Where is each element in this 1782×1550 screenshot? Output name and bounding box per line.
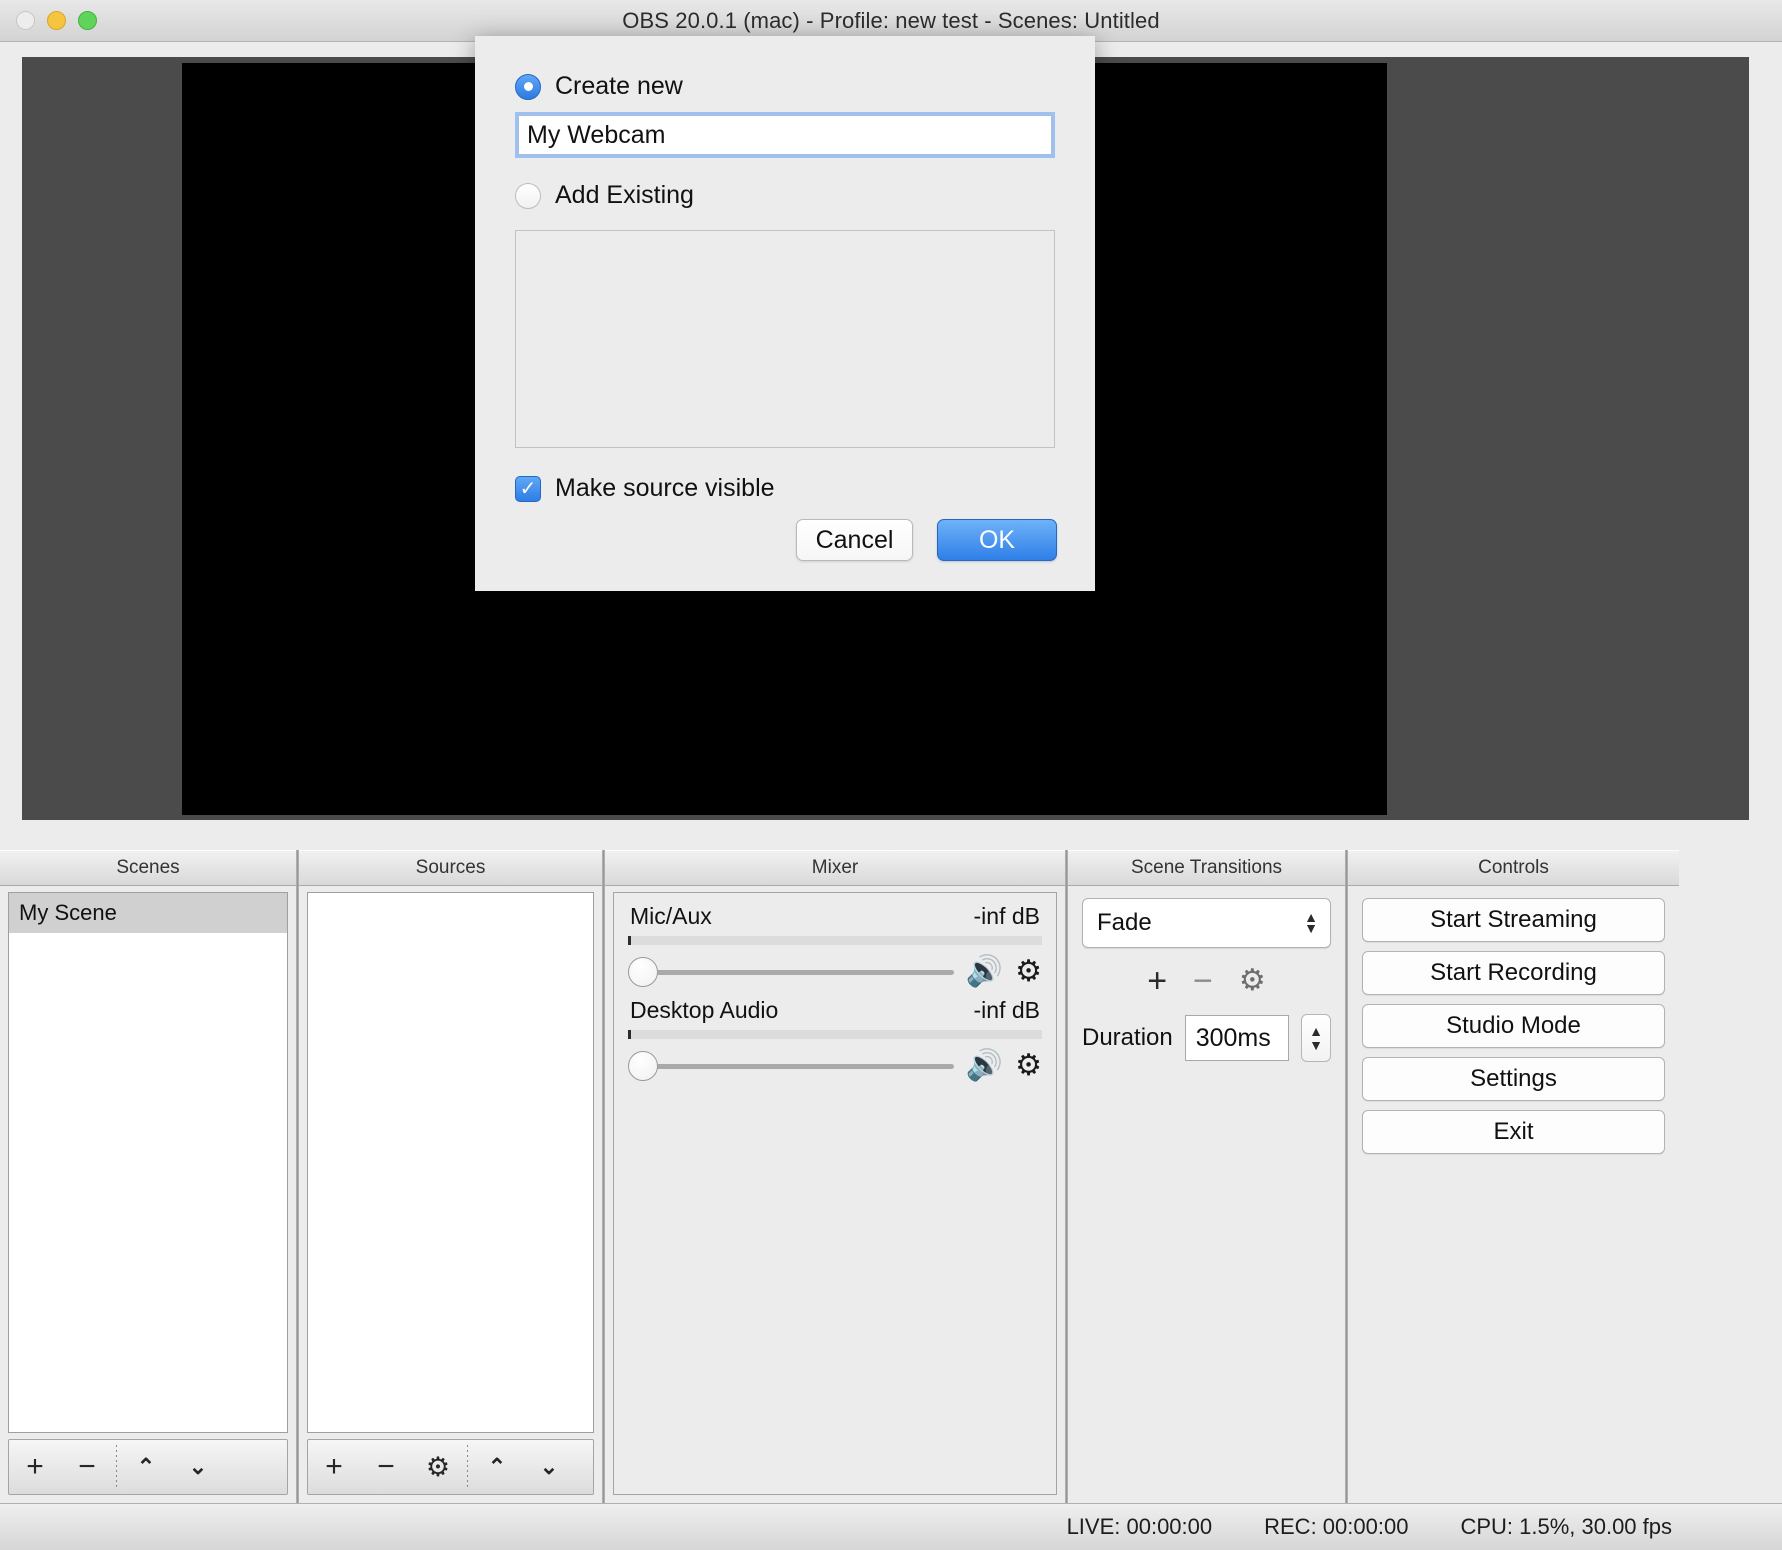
- scenes-dock-title: Scenes: [0, 850, 296, 886]
- add-existing-radio[interactable]: [515, 182, 541, 209]
- mixer-channel-name: Desktop Audio: [630, 997, 779, 1023]
- make-source-visible-row[interactable]: ✓ Make source visible: [515, 474, 1055, 503]
- sources-dock-title: Sources: [299, 850, 602, 886]
- cpu-fps-status: CPU: 1.5%, 30.00 fps: [1460, 1514, 1672, 1539]
- speaker-icon[interactable]: 🔊: [966, 1051, 1003, 1081]
- scenes-toolbar: + − ⌃ ⌄: [8, 1439, 288, 1495]
- exit-button[interactable]: Exit: [1362, 1110, 1665, 1154]
- list-item[interactable]: My Scene: [9, 893, 287, 933]
- dock-scene-transitions: Scene Transitions Fade ▲ ▼ + − ⚙ Duration…: [1068, 850, 1345, 1503]
- add-existing-label: Add Existing: [555, 181, 694, 209]
- mixer-settings-gear-icon[interactable]: ⚙: [1015, 1051, 1042, 1081]
- mixer-volume-slider[interactable]: [628, 957, 954, 987]
- dock-scenes: Scenes My Scene + − ⌃ ⌄: [0, 850, 296, 1503]
- move-source-down-icon[interactable]: ⌄: [523, 1440, 575, 1494]
- start-recording-button[interactable]: Start Recording: [1362, 951, 1665, 995]
- start-streaming-button[interactable]: Start Streaming: [1362, 898, 1665, 942]
- dock-row: Scenes My Scene + − ⌃ ⌄ Sources + − ⚙ ⌃ …: [0, 850, 1782, 1503]
- move-source-up-icon[interactable]: ⌃: [471, 1440, 523, 1494]
- settings-button[interactable]: Settings: [1362, 1057, 1665, 1101]
- duration-input[interactable]: 300ms: [1184, 1015, 1289, 1061]
- mixer-dock-title: Mixer: [605, 850, 1065, 886]
- cancel-button[interactable]: Cancel: [796, 519, 913, 561]
- transition-select[interactable]: Fade ▲ ▼: [1082, 898, 1331, 948]
- duration-label: Duration: [1082, 1024, 1173, 1051]
- controls-dock-title: Controls: [1348, 850, 1679, 886]
- move-scene-down-icon[interactable]: ⌄: [172, 1440, 224, 1494]
- make-source-visible-label: Make source visible: [555, 474, 775, 502]
- mixer-channel-name: Mic/Aux: [630, 903, 712, 929]
- scene-transitions-dock-title: Scene Transitions: [1068, 850, 1345, 886]
- transition-properties-gear-icon[interactable]: ⚙: [1239, 966, 1266, 996]
- mixer-channel-level: -inf dB: [973, 997, 1040, 1023]
- mixer-settings-gear-icon[interactable]: ⚙: [1015, 957, 1042, 987]
- dock-sources: Sources + − ⚙ ⌃ ⌄: [299, 850, 602, 1503]
- create-new-radio-row[interactable]: Create new: [515, 72, 1055, 101]
- create-new-label: Create new: [555, 72, 683, 100]
- dock-mixer: Mixer Mic/Aux -inf dB 🔊 ⚙ Desktop Audio …: [605, 850, 1065, 1503]
- mixer-level-meter: [628, 936, 1042, 945]
- remove-scene-button[interactable]: −: [61, 1440, 113, 1494]
- speaker-icon[interactable]: 🔊: [966, 957, 1003, 987]
- toolbar-divider: [467, 1445, 468, 1489]
- mixer-volume-slider[interactable]: [628, 1051, 954, 1081]
- add-source-button[interactable]: +: [308, 1440, 360, 1494]
- source-name-input[interactable]: My Webcam: [515, 112, 1055, 158]
- mixer-level-meter: [628, 1030, 1042, 1039]
- ok-button[interactable]: OK: [937, 519, 1057, 561]
- add-existing-radio-row[interactable]: Add Existing: [515, 181, 1055, 210]
- add-transition-button[interactable]: +: [1147, 964, 1167, 998]
- chevron-updown-icon: ▲ ▼: [1304, 909, 1318, 936]
- remove-transition-button[interactable]: −: [1193, 964, 1213, 998]
- existing-sources-list[interactable]: [515, 230, 1055, 448]
- source-properties-gear-icon[interactable]: ⚙: [412, 1440, 464, 1494]
- rec-time-status: REC: 00:00:00: [1264, 1514, 1409, 1539]
- dialog-button-row: Cancel OK: [796, 519, 1057, 561]
- mixer-channel-level: -inf dB: [973, 903, 1040, 929]
- status-bar: LIVE: 00:00:00 REC: 00:00:00 CPU: 1.5%, …: [0, 1503, 1782, 1550]
- mixer-channel: Desktop Audio -inf dB 🔊 ⚙: [628, 997, 1042, 1081]
- make-source-visible-checkbox[interactable]: ✓: [515, 475, 541, 502]
- transition-select-value: Fade: [1097, 909, 1152, 936]
- scenes-list[interactable]: My Scene: [8, 892, 288, 1433]
- move-scene-up-icon[interactable]: ⌃: [120, 1440, 172, 1494]
- toolbar-divider: [116, 1445, 117, 1489]
- add-source-dialog: Create new My Webcam Add Existing ✓ Make…: [475, 36, 1095, 591]
- sources-toolbar: + − ⚙ ⌃ ⌄: [307, 1439, 594, 1495]
- mixer-volume-knob[interactable]: [628, 1051, 658, 1081]
- window-title: OBS 20.0.1 (mac) - Profile: new test - S…: [622, 7, 1160, 33]
- studio-mode-button[interactable]: Studio Mode: [1362, 1004, 1665, 1048]
- live-time-status: LIVE: 00:00:00: [1066, 1514, 1213, 1539]
- create-new-radio[interactable]: [515, 73, 541, 100]
- add-scene-button[interactable]: +: [9, 1440, 61, 1494]
- dock-controls: Controls Start Streaming Start Recording…: [1348, 850, 1679, 1503]
- sources-list[interactable]: [307, 892, 594, 1433]
- remove-source-button[interactable]: −: [360, 1440, 412, 1494]
- mixer-channel: Mic/Aux -inf dB 🔊 ⚙: [628, 903, 1042, 987]
- mixer-volume-knob[interactable]: [628, 957, 658, 987]
- duration-stepper[interactable]: ▲ ▼: [1301, 1014, 1331, 1062]
